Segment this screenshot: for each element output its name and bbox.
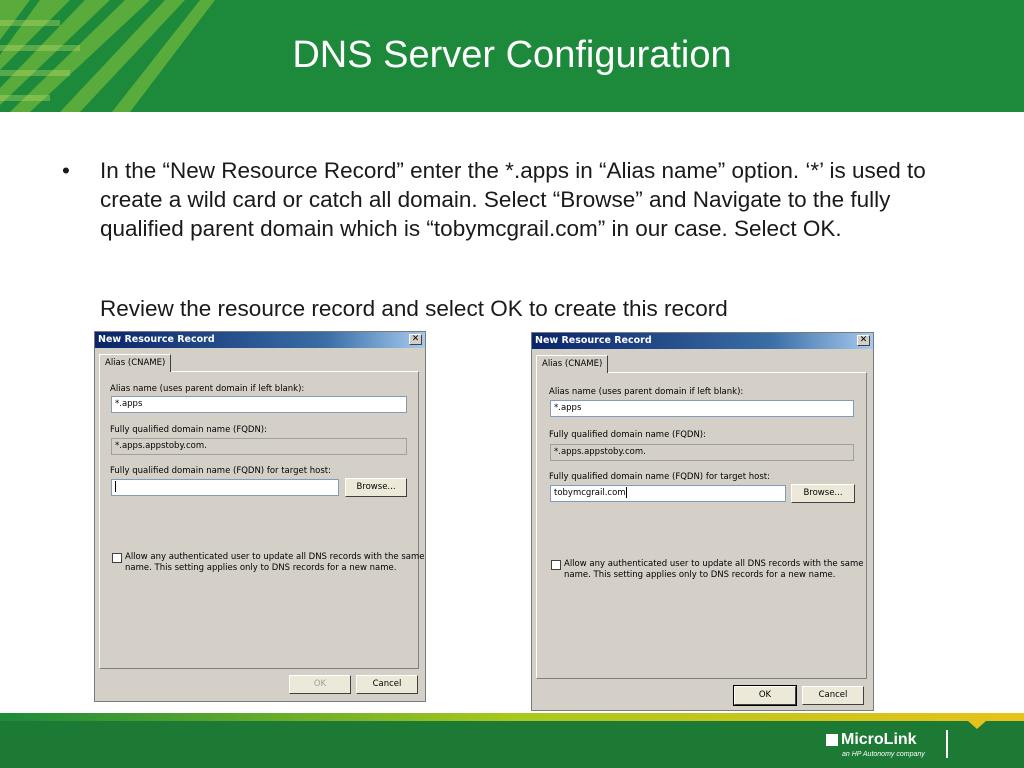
- target-host-label: Fully qualified domain name (FQDN) for t…: [549, 472, 770, 482]
- fqdn-readonly-field: *.apps.appstoby.com.: [111, 438, 407, 455]
- logo-name: MicroLink: [841, 731, 917, 748]
- dialog-titlebar[interactable]: New Resource Record ✕: [95, 332, 425, 348]
- new-resource-record-dialog-right: New Resource Record ✕ Alias (CNAME) Alia…: [531, 332, 874, 711]
- alias-name-label: Alias name (uses parent domain if left b…: [549, 387, 744, 397]
- fqdn-label: Fully qualified domain name (FQDN):: [549, 430, 706, 440]
- footer-arrow-marker: [968, 721, 986, 729]
- fqdn-label: Fully qualified domain name (FQDN):: [110, 425, 267, 435]
- new-resource-record-dialog-left: New Resource Record ✕ Alias (CNAME) Alia…: [94, 331, 426, 702]
- alias-name-label: Alias name (uses parent domain if left b…: [110, 384, 305, 394]
- browse-button[interactable]: Browse...: [345, 478, 407, 497]
- target-host-input[interactable]: [111, 479, 339, 496]
- logo-divider: [946, 730, 948, 758]
- target-host-input[interactable]: tobymcgrail.com: [550, 485, 786, 502]
- dialog-title: New Resource Record: [98, 334, 215, 345]
- cancel-button[interactable]: Cancel: [356, 675, 418, 694]
- text-caret: [625, 487, 627, 498]
- allow-update-label: Allow any authenticated user to update a…: [564, 559, 864, 580]
- fqdn-readonly-field: *.apps.appstoby.com.: [550, 444, 854, 461]
- slide-title: DNS Server Configuration: [292, 34, 732, 76]
- tab-panel: [99, 371, 419, 669]
- ok-button[interactable]: OK: [733, 685, 797, 706]
- dialog-titlebar[interactable]: New Resource Record ✕: [532, 333, 873, 349]
- instruction-paragraph: In the “New Resource Record” enter the *…: [100, 158, 926, 241]
- tab-alias-cname[interactable]: Alias (CNAME): [536, 355, 609, 373]
- tab-panel: [536, 372, 867, 679]
- footer-gradient-band: [0, 713, 1024, 721]
- logo-tagline: an HP Autonomy company: [842, 751, 925, 758]
- microlink-logo-mark-icon: [826, 734, 838, 746]
- slide-header: DNS Server Configuration: [0, 0, 1024, 112]
- browse-button[interactable]: Browse...: [791, 484, 855, 503]
- target-host-label: Fully qualified domain name (FQDN) for t…: [110, 466, 331, 476]
- review-instruction: Review the resource record and select OK…: [100, 296, 728, 321]
- allow-update-checkbox[interactable]: [112, 553, 122, 563]
- ok-button[interactable]: OK: [289, 675, 351, 694]
- dialog-title: New Resource Record: [535, 335, 652, 346]
- tab-alias-cname[interactable]: Alias (CNAME): [99, 354, 172, 372]
- allow-update-label: Allow any authenticated user to update a…: [125, 552, 425, 573]
- cancel-button[interactable]: Cancel: [802, 686, 864, 705]
- alias-name-input[interactable]: *.apps: [111, 396, 407, 413]
- text-caret: [115, 481, 116, 492]
- bullet-marker: •: [62, 158, 70, 183]
- allow-update-checkbox[interactable]: [551, 560, 561, 570]
- close-icon[interactable]: ✕: [857, 335, 870, 346]
- close-icon[interactable]: ✕: [409, 334, 422, 345]
- alias-name-input[interactable]: *.apps: [550, 400, 854, 417]
